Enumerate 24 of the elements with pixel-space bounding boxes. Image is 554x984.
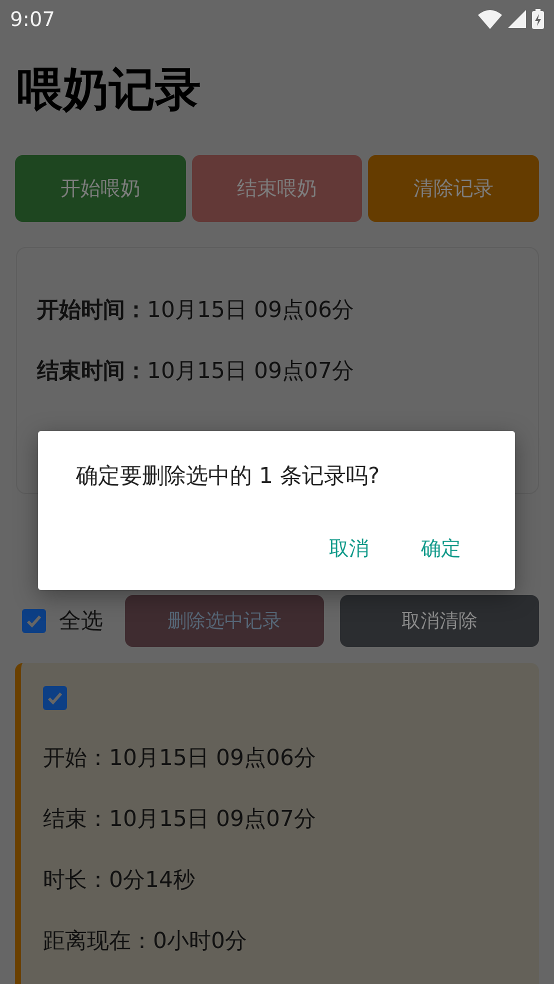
checkmark-icon <box>26 613 42 629</box>
signal-icon <box>508 10 526 28</box>
record-text: 时长：0分14秒 <box>43 867 196 895</box>
action-button[interactable]: 结束喂奶 <box>192 155 362 222</box>
action-button[interactable]: 清除记录 <box>368 155 540 222</box>
feeding-info-text: 结束时间：10月15日 09点07分 <box>37 358 355 386</box>
select-all-checkbox[interactable] <box>22 609 46 633</box>
delete-selected-button[interactable]: 删除选中记录 <box>124 595 324 647</box>
record-checkbox[interactable] <box>43 686 67 710</box>
select-all-label: 全选 <box>58 608 103 636</box>
record-text: 结束：10月15日 09点07分 <box>43 806 317 834</box>
page-title: 喂奶记录 <box>16 61 202 118</box>
dialog-message: 确定要删除选中的 1 条记录吗? <box>76 463 381 491</box>
record-text: 距离现在：0小时0分 <box>43 928 248 956</box>
dialog-button[interactable]: 确定 <box>413 531 469 566</box>
checkmark-icon <box>47 690 63 706</box>
action-button[interactable]: 开始喂奶 <box>15 155 186 222</box>
record-text: 开始：10月15日 09点06分 <box>43 745 317 773</box>
status-time: 9:07 <box>10 7 55 31</box>
wifi-icon <box>478 10 502 28</box>
cancel-clear-button[interactable]: 取消清除 <box>340 595 539 647</box>
battery-icon <box>532 9 544 29</box>
dialog-button[interactable]: 取消 <box>321 531 377 566</box>
feeding-info-text: 开始时间：10月15日 09点06分 <box>37 297 355 325</box>
